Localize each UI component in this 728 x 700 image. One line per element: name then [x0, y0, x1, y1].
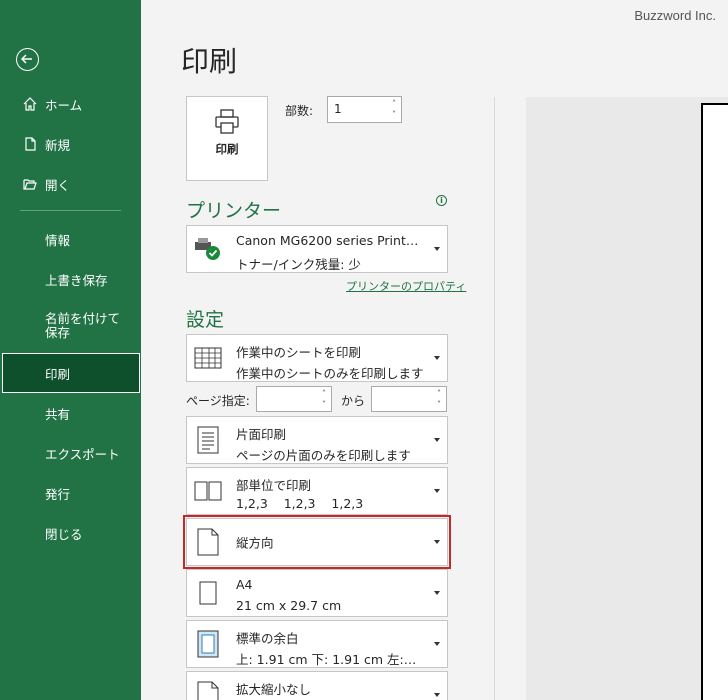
nav-share[interactable]: 共有	[0, 393, 141, 433]
nav-new-label: 新規	[45, 137, 71, 153]
scaling-icon	[193, 680, 223, 700]
page-title: 印刷	[181, 45, 238, 78]
chevron-down-icon	[434, 642, 440, 646]
paper-size-icon	[193, 578, 223, 608]
printer-heading: プリンター	[186, 200, 282, 222]
chevron-down-icon	[434, 591, 440, 595]
print-what-desc: 作業中のシートのみを印刷します	[236, 366, 424, 381]
sidebar-divider	[20, 210, 121, 211]
nav-publish[interactable]: 発行	[0, 473, 141, 513]
nav-close[interactable]: 閉じる	[0, 513, 141, 553]
sides-title: 片面印刷	[236, 427, 287, 442]
spin-down-icon[interactable]: ˅	[389, 109, 399, 120]
back-arrow-icon[interactable]	[16, 48, 39, 71]
printer-ready-icon	[193, 234, 223, 264]
printer-icon	[215, 109, 239, 134]
copies-value: 1	[334, 102, 342, 116]
nav-open-label: 開く	[45, 177, 71, 193]
nav-info[interactable]: 情報	[0, 219, 141, 259]
sides-dropdown[interactable]: 片面印刷 ページの片面のみを印刷します	[186, 416, 448, 464]
margins-title: 標準の余白	[236, 631, 299, 646]
chevron-down-icon	[434, 356, 440, 360]
open-folder-icon	[22, 176, 38, 192]
settings-heading: 設定	[186, 309, 225, 331]
spin-down-icon[interactable]: ˅	[319, 399, 329, 410]
spin-up-icon[interactable]: ˄	[389, 98, 399, 109]
nav-new[interactable]: 新規	[0, 124, 141, 164]
scaling-dropdown[interactable]: 拡大縮小なし	[186, 671, 448, 700]
nav-export[interactable]: エクスポート	[0, 433, 141, 473]
chevron-down-icon	[434, 540, 440, 544]
print-what-dropdown[interactable]: 作業中のシートを印刷 作業中のシートのみを印刷します	[186, 334, 448, 382]
paper-size-desc: 21 cm x 29.7 cm	[236, 598, 342, 613]
page-range-label: ページ指定:	[186, 394, 250, 408]
page-from-input[interactable]: ˄ ˅	[256, 386, 332, 412]
spin-up-icon[interactable]: ˄	[319, 388, 329, 399]
collate-icon	[193, 476, 223, 506]
info-icon[interactable]: i	[436, 195, 447, 206]
print-button[interactable]: 印刷	[186, 96, 268, 181]
print-what-title: 作業中のシートを印刷	[236, 345, 362, 360]
chevron-down-icon	[434, 438, 440, 442]
spin-up-icon[interactable]: ˄	[434, 388, 444, 399]
nav-print[interactable]: 印刷	[2, 353, 140, 393]
print-preview-area	[526, 97, 728, 700]
collate-title: 部単位で印刷	[236, 478, 312, 493]
portrait-page-icon	[193, 527, 223, 557]
page-from-spinner[interactable]: ˄ ˅	[319, 388, 329, 411]
print-button-label: 印刷	[215, 142, 239, 156]
preview-page	[701, 103, 728, 700]
scaling-title: 拡大縮小なし	[236, 682, 312, 697]
printer-status: トナー/インク残量: 少	[236, 257, 361, 272]
new-document-icon	[22, 136, 38, 152]
spin-down-icon[interactable]: ˅	[434, 399, 444, 410]
nav-open[interactable]: 開く	[0, 164, 141, 204]
paper-size-dropdown[interactable]: A4 21 cm x 29.7 cm	[186, 569, 448, 617]
page-to-input[interactable]: ˄ ˅	[371, 386, 447, 412]
chevron-down-icon	[434, 247, 440, 251]
copies-label: 部数:	[285, 104, 314, 118]
nav-save[interactable]: 上書き保存	[0, 259, 141, 299]
backstage-sidebar: ホーム 新規 開く 情報 上書き保存 名前を付けて保存 印刷 共有 エクスポート…	[0, 0, 141, 700]
nav-save-as[interactable]: 名前を付けて保存	[0, 299, 141, 353]
margins-icon	[193, 629, 223, 659]
nav-home[interactable]: ホーム	[0, 84, 141, 124]
nav-home-label: ホーム	[45, 97, 83, 113]
sides-desc: ページの片面のみを印刷します	[236, 448, 411, 463]
orientation-title: 縦方向	[236, 535, 274, 551]
copies-input[interactable]: 1 ˄ ˅	[327, 96, 402, 123]
page-range-to-label: から	[341, 394, 366, 408]
copies-spinner[interactable]: ˄ ˅	[389, 98, 399, 121]
chevron-down-icon	[434, 693, 440, 697]
home-icon	[22, 96, 38, 112]
collate-dropdown[interactable]: 部単位で印刷 1,2,3 1,2,3 1,2,3	[186, 467, 448, 515]
printer-dropdown[interactable]: Canon MG6200 series Print… トナー/インク残量: 少	[186, 225, 448, 273]
printer-properties-link[interactable]: プリンターのプロパティ	[346, 278, 466, 294]
paper-size-title: A4	[236, 577, 253, 592]
sheet-grid-icon	[193, 343, 223, 373]
single-sided-icon	[193, 425, 223, 455]
brand-watermark: Buzzword Inc.	[634, 8, 716, 23]
collate-desc: 1,2,3 1,2,3 1,2,3	[236, 496, 364, 511]
orientation-dropdown[interactable]: 縦方向	[183, 515, 451, 569]
page-to-spinner[interactable]: ˄ ˅	[434, 388, 444, 411]
margins-dropdown[interactable]: 標準の余白 上: 1.91 cm 下: 1.91 cm 左:…	[186, 620, 448, 668]
printer-name: Canon MG6200 series Print…	[236, 233, 419, 248]
chevron-down-icon	[434, 489, 440, 493]
print-pane: Buzzword Inc. 印刷 印刷 部数: 1 ˄ ˅ プリンター i Can…	[141, 0, 728, 700]
pane-separator	[494, 97, 495, 700]
margins-desc: 上: 1.91 cm 下: 1.91 cm 左:…	[236, 652, 417, 667]
